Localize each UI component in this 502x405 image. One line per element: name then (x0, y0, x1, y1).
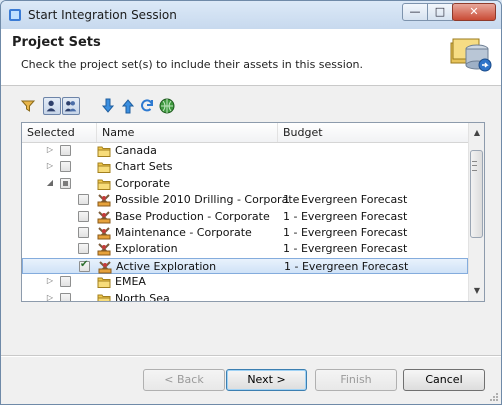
project-icon (97, 194, 111, 207)
folder-icon (97, 294, 111, 301)
project-icon (98, 261, 112, 274)
row-checkbox[interactable] (78, 211, 89, 222)
row-checkbox[interactable] (60, 161, 71, 172)
footer-separator (1, 355, 501, 356)
tree-row[interactable]: Maintenance - Corporate 1 - Evergreen For… (22, 225, 468, 241)
row-name: Maintenance - Corporate (115, 226, 252, 239)
folder-icon (97, 162, 111, 173)
row-checkbox[interactable] (60, 276, 71, 287)
project-icon (97, 227, 111, 240)
row-budget: 1 - Evergreen Forecast (283, 226, 408, 239)
column-budget[interactable]: Budget (283, 126, 323, 139)
tree-row[interactable]: Exploration 1 - Evergreen Forecast (22, 241, 468, 257)
row-name: Canada (115, 144, 157, 157)
project-tree[interactable]: Selected Name Budget ▷ Canada ▷ Chart Sets ◢… (21, 122, 485, 302)
app-icon (9, 9, 21, 21)
tree-row[interactable]: Active Exploration 1 - Evergreen Forecast (22, 258, 468, 274)
filter-icon[interactable] (19, 97, 37, 115)
page-description: Check the project set(s) to include thei… (21, 58, 364, 71)
page-title: Project Sets (12, 35, 101, 50)
column-divider[interactable] (96, 123, 97, 142)
scroll-up-icon[interactable]: ▲ (469, 125, 484, 141)
column-selected[interactable]: Selected (27, 126, 75, 139)
window-title: Start Integration Session (28, 8, 177, 22)
tree-row[interactable]: ◢ Corporate (22, 176, 468, 192)
minimize-button[interactable]: — (402, 3, 428, 21)
project-icon (97, 211, 111, 224)
column-divider[interactable] (277, 123, 278, 142)
tree-row[interactable]: Base Production - Corporate 1 - Evergreen… (22, 209, 468, 225)
row-checkbox[interactable] (78, 243, 89, 254)
back-button[interactable]: < Back (143, 369, 225, 391)
title-bar[interactable]: Start Integration Session — □ ✕ (1, 1, 501, 29)
row-name: North Sea (115, 292, 170, 301)
project-icon (97, 243, 111, 256)
move-up-icon[interactable] (119, 97, 137, 115)
row-checkbox[interactable] (60, 145, 71, 156)
close-button[interactable]: ✕ (452, 3, 496, 21)
expand-arrow-icon[interactable]: ▷ (45, 145, 55, 155)
move-down-icon[interactable] (99, 97, 117, 115)
tree-rows: ▷ Canada ▷ Chart Sets ◢ Corporate Possible 201… (22, 143, 468, 301)
group-view-icon (64, 101, 77, 112)
row-checkbox[interactable] (79, 259, 90, 272)
group-view-toggle[interactable] (62, 97, 80, 115)
row-name: Corporate (115, 177, 170, 190)
expand-arrow-icon[interactable]: ▷ (45, 276, 55, 286)
tree-row[interactable]: ▷ Canada (22, 143, 468, 159)
folder-icon (97, 146, 111, 157)
database-icon (450, 38, 492, 72)
maximize-button[interactable]: □ (427, 3, 453, 21)
globe-icon[interactable] (158, 97, 176, 115)
dialog-window: Start Integration Session — □ ✕ Project … (0, 0, 502, 405)
next-button[interactable]: Next > (226, 369, 307, 391)
row-budget: 1 - Evergreen Forecast (283, 193, 408, 206)
tree-column-header: Selected Name Budget (22, 123, 468, 143)
tree-row[interactable]: ▷ North Sea (22, 291, 468, 301)
users-view-toggle[interactable] (43, 97, 61, 115)
row-name: Exploration (115, 242, 178, 255)
row-checkbox[interactable] (60, 293, 71, 301)
row-checkbox[interactable] (78, 227, 89, 238)
row-checkbox[interactable] (78, 194, 89, 205)
column-name[interactable]: Name (102, 126, 134, 139)
finish-button[interactable]: Finish (315, 369, 397, 391)
wizard-header: Project Sets Check the project set(s) to… (1, 29, 501, 86)
collapse-arrow-icon[interactable]: ◢ (45, 178, 55, 188)
row-budget: 1 - Evergreen Forecast (283, 242, 408, 255)
tree-row[interactable]: ▷ Chart Sets (22, 159, 468, 175)
row-budget: 1 - Evergreen Forecast (283, 210, 408, 223)
users-view-icon (46, 100, 56, 112)
tree-row[interactable]: Possible 2010 Drilling - Corporate 1 - Ev… (22, 192, 468, 208)
tree-row[interactable]: ▷ EMEA (22, 274, 468, 290)
scroll-down-icon[interactable]: ▼ (469, 283, 484, 299)
folder-icon (97, 277, 111, 288)
refresh-icon[interactable] (138, 97, 156, 115)
row-name: Base Production - Corporate (115, 210, 270, 223)
cancel-button[interactable]: Cancel (403, 369, 485, 391)
row-name: Chart Sets (115, 160, 173, 173)
row-checkbox[interactable] (60, 178, 71, 189)
row-budget: 1 - Evergreen Forecast (284, 260, 409, 273)
row-name: Active Exploration (116, 260, 217, 273)
scroll-grip-icon (472, 161, 477, 171)
row-name: Possible 2010 Drilling - Corporate (115, 193, 300, 206)
expand-arrow-icon[interactable]: ▷ (45, 293, 55, 301)
vertical-scrollbar[interactable]: ▲ ▼ (468, 123, 484, 301)
resize-grip-icon[interactable] (489, 392, 499, 402)
row-name: EMEA (115, 275, 146, 288)
expand-arrow-icon[interactable]: ▷ (45, 161, 55, 171)
folder-icon (97, 179, 111, 190)
